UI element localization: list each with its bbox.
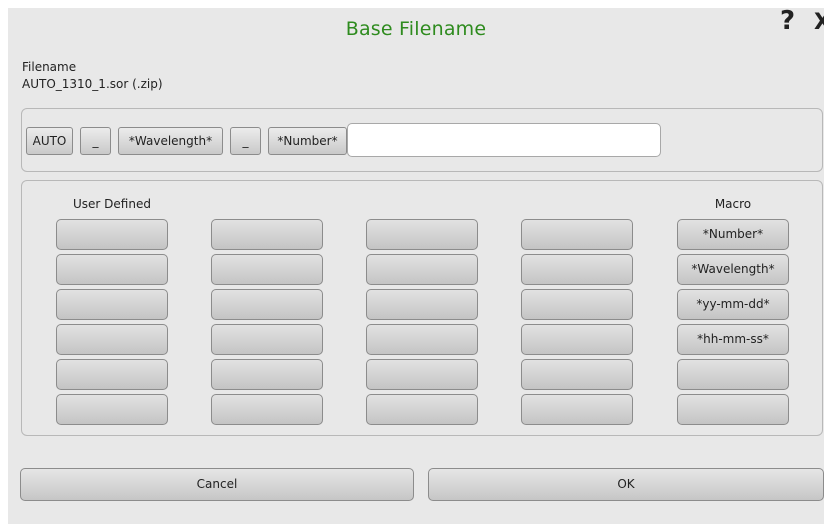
ok-button[interactable]: OK	[428, 468, 824, 501]
close-icon[interactable]: X	[814, 10, 824, 35]
component-auto[interactable]: AUTO	[26, 127, 73, 155]
macro-number-button[interactable]: *Number*	[677, 219, 789, 250]
user-defined-slot[interactable]	[56, 289, 168, 320]
filename-components-panel: AUTO _ *Wavelength* _ *Number*	[21, 108, 823, 172]
user-defined-header: User Defined	[73, 197, 151, 211]
user-defined-slot[interactable]	[211, 359, 323, 390]
filename-preview: AUTO_1310_1.sor (.zip)	[22, 77, 163, 91]
filename-label: Filename	[22, 60, 77, 74]
user-defined-slot[interactable]	[366, 254, 478, 285]
user-defined-slot[interactable]	[366, 324, 478, 355]
macro-wavelength-button[interactable]: *Wavelength*	[677, 254, 789, 285]
user-defined-slot[interactable]	[56, 394, 168, 425]
user-defined-slot[interactable]	[366, 289, 478, 320]
user-defined-slot[interactable]	[521, 359, 633, 390]
component-number[interactable]: *Number*	[268, 127, 347, 155]
user-defined-slot[interactable]	[211, 219, 323, 250]
user-defined-slot[interactable]	[521, 254, 633, 285]
user-defined-slot[interactable]	[56, 219, 168, 250]
component-wavelength[interactable]: *Wavelength*	[118, 127, 223, 155]
user-defined-slot[interactable]	[56, 359, 168, 390]
user-defined-slot[interactable]	[56, 254, 168, 285]
macro-time-button[interactable]: *hh-mm-ss*	[677, 324, 789, 355]
macro-slot[interactable]	[677, 394, 789, 425]
custom-name-input[interactable]	[347, 123, 661, 157]
user-defined-slot[interactable]	[366, 219, 478, 250]
component-underscore[interactable]: _	[80, 127, 111, 155]
user-defined-slot[interactable]	[211, 394, 323, 425]
user-defined-slot[interactable]	[211, 324, 323, 355]
user-defined-slot[interactable]	[521, 324, 633, 355]
user-defined-slot[interactable]	[521, 219, 633, 250]
macro-date-button[interactable]: *yy-mm-dd*	[677, 289, 789, 320]
dialog-title: Base Filename	[345, 18, 487, 40]
macro-slot[interactable]	[677, 359, 789, 390]
user-defined-slot[interactable]	[366, 394, 478, 425]
user-defined-slot[interactable]	[521, 289, 633, 320]
name-parts-grid: User Defined Macro *Number* *Wavelength*…	[21, 180, 823, 436]
macro-header: Macro	[714, 197, 752, 211]
help-icon[interactable]: ?	[780, 6, 795, 36]
user-defined-slot[interactable]	[521, 394, 633, 425]
user-defined-slot[interactable]	[56, 324, 168, 355]
cancel-button[interactable]: Cancel	[20, 468, 414, 501]
user-defined-slot[interactable]	[211, 289, 323, 320]
user-defined-slot[interactable]	[366, 359, 478, 390]
component-underscore[interactable]: _	[230, 127, 261, 155]
base-filename-dialog: Base Filename ? X Filename AUTO_1310_1.s…	[8, 6, 824, 524]
user-defined-slot[interactable]	[211, 254, 323, 285]
